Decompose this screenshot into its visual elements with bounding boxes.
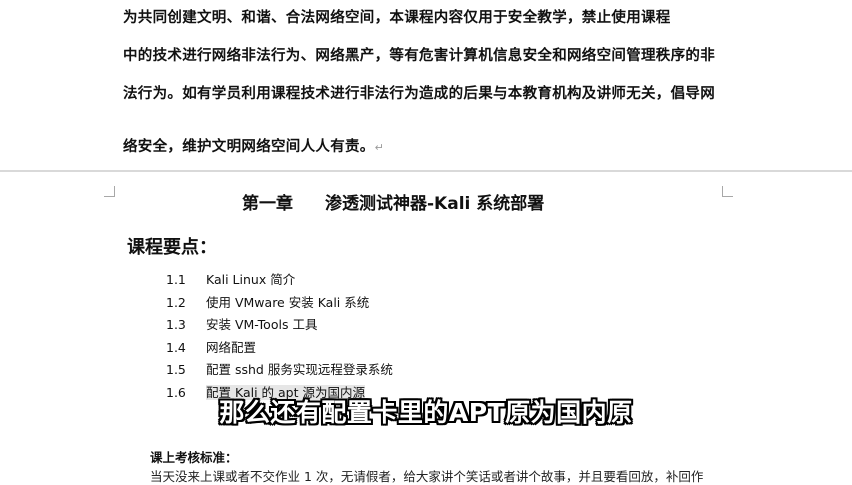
key-points-list: 1.1 Kali Linux 简介 1.2 使用 VMware 安装 Kali 系统… [166, 269, 393, 404]
key-point-number: 1.5 [166, 362, 186, 377]
crop-mark-left [104, 186, 115, 197]
key-points-heading: 课程要点： [127, 237, 217, 258]
key-point-item: 1.1 Kali Linux 简介 [166, 269, 393, 292]
crop-mark-right [722, 186, 733, 197]
chapter-title: 第一章 渗透测试神器-Kali 系统部署 [242, 189, 544, 214]
video-subtitle: 那么还有配置卡里的APT原为国内原 [219, 398, 633, 427]
key-point-number: 1.3 [166, 317, 186, 332]
key-point-text: Kali Linux 简介 [206, 272, 296, 287]
key-point-item: 1.2 使用 VMware 安装 Kali 系统 [166, 292, 393, 315]
intro-line-3: 法行为。如有学员利用课程技术进行非法行为造成的后果与本教育机构及讲师无关，倡导网 [123, 86, 715, 102]
intro-line-1: 为共同创建文明、和谐、合法网络空间，本课程内容仅用于安全教学，禁止使用课程 [123, 10, 671, 26]
paragraph-mark-icon: ↵ [374, 141, 385, 154]
key-point-text: 网络配置 [206, 339, 257, 355]
key-point-text: 安装 VM-Tools 工具 [206, 317, 318, 332]
exam-text-partial: 当天没来上课或者不交作业 1 次，无请假者，给大家讲个笑话或者讲个故事，并且要看… [150, 469, 704, 484]
key-point-text: 使用 VMware 安装 Kali 系统 [206, 294, 370, 310]
chapter-name: 渗透测试神器-Kali 系统部署 [325, 194, 545, 214]
exam-heading: 课上考核标准： [150, 450, 238, 465]
key-point-number: 1.4 [166, 339, 186, 355]
intro-line-4: 络安全，维护文明网络空间人人有责。↵ [123, 135, 733, 156]
intro-line-4-text: 络安全，维护文明网络空间人人有责。 [123, 139, 375, 155]
intro-line-2: 中的技术进行网络非法行为、网络黑产，等有危害计算机信息安全和网络空间管理秩序的非 [123, 48, 715, 64]
key-point-number: 1.2 [166, 294, 186, 310]
chapter-number: 第一章 [242, 194, 293, 214]
key-point-item: 1.3 安装 VM-Tools 工具 [166, 314, 393, 337]
key-point-item: 1.4 网络配置 [166, 337, 393, 360]
key-point-text: 配置 sshd 服务实现远程登录系统 [206, 362, 393, 377]
page-break [0, 170, 852, 172]
key-point-number: 1.1 [166, 272, 186, 287]
key-point-item: 1.5 配置 sshd 服务实现远程登录系统 [166, 359, 393, 382]
